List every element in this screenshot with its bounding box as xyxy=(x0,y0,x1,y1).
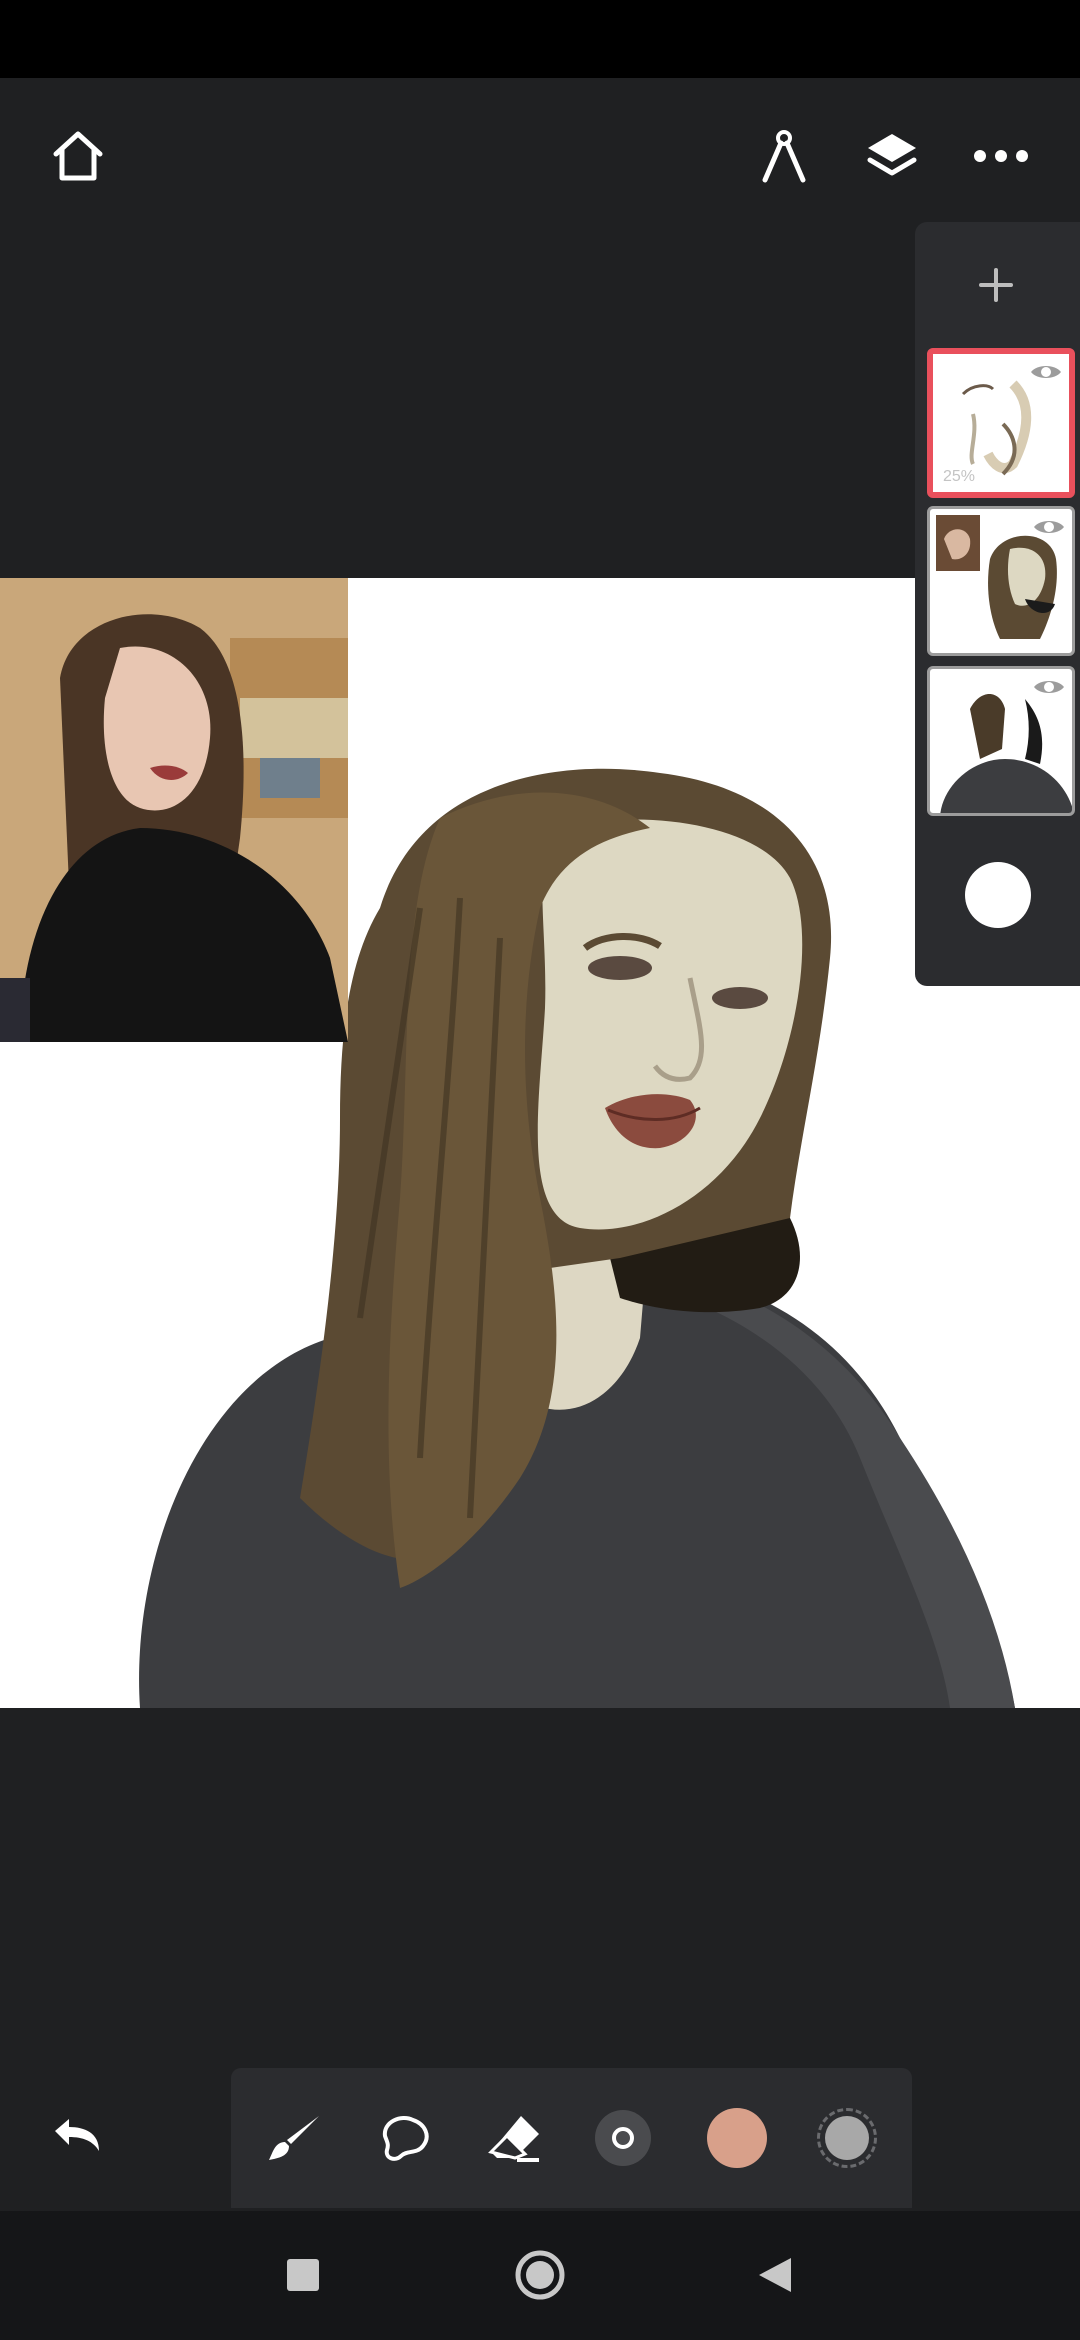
layer-panel: 25% xyxy=(915,222,1080,986)
ruler-icon xyxy=(762,130,806,183)
smudge-icon xyxy=(382,2116,429,2161)
eraser-button[interactable] xyxy=(479,2102,551,2174)
eye-icon[interactable] xyxy=(1032,517,1066,537)
ruler-button[interactable] xyxy=(746,118,822,194)
square-icon xyxy=(287,2259,319,2291)
status-bar xyxy=(0,0,1080,78)
circle-icon xyxy=(515,2250,565,2300)
layers-button[interactable] xyxy=(854,118,930,194)
recent-apps-button[interactable] xyxy=(268,2249,338,2301)
tool-toolbar xyxy=(231,2068,912,2208)
layer-item[interactable]: 25% xyxy=(927,348,1075,498)
back-triangle-icon xyxy=(759,2258,791,2292)
background-layer-button[interactable] xyxy=(965,862,1031,928)
brush-size-button[interactable] xyxy=(595,2110,651,2166)
layers-icon xyxy=(867,134,917,176)
back-nav-button[interactable] xyxy=(740,2249,810,2301)
home-nav-button[interactable] xyxy=(505,2245,575,2305)
reference-image xyxy=(0,578,348,1042)
more-icon xyxy=(974,150,1028,162)
layer-item[interactable] xyxy=(927,506,1075,656)
plus-icon xyxy=(979,268,1013,302)
more-button[interactable] xyxy=(963,118,1039,194)
add-layer-button[interactable] xyxy=(963,252,1029,318)
opacity-button[interactable] xyxy=(817,2108,877,2168)
home-icon xyxy=(53,131,103,181)
layer-opacity-label: 25% xyxy=(943,468,976,485)
brush-icon xyxy=(269,2116,319,2160)
opacity-swatch-icon xyxy=(825,2116,869,2160)
eraser-icon xyxy=(488,2116,539,2162)
home-button[interactable] xyxy=(40,118,116,194)
smudge-button[interactable] xyxy=(369,2102,441,2174)
reference-photo[interactable] xyxy=(0,578,348,1042)
system-nav-bar xyxy=(0,2211,1080,2340)
top-bar xyxy=(0,78,1080,233)
color-button[interactable] xyxy=(707,2108,767,2168)
brush-button[interactable] xyxy=(259,2102,331,2174)
undo-icon xyxy=(55,2119,99,2151)
eye-icon[interactable] xyxy=(1029,362,1063,382)
eye-icon[interactable] xyxy=(1032,677,1066,697)
layer-item[interactable] xyxy=(927,666,1075,816)
undo-button[interactable] xyxy=(42,2100,112,2170)
brush-size-icon xyxy=(612,2127,634,2149)
